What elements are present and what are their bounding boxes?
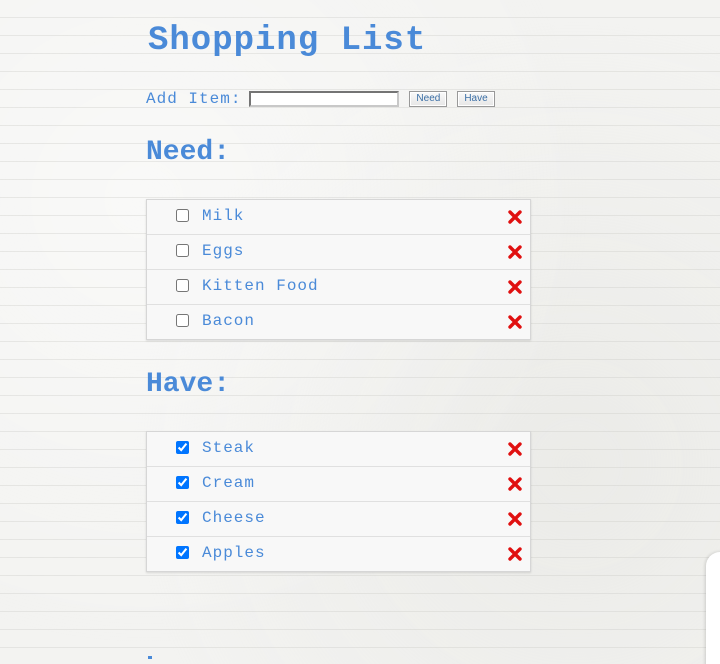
item-label: Milk <box>202 207 245 225</box>
partial-text-fragment <box>148 656 152 659</box>
item-checkbox[interactable] <box>176 244 189 257</box>
add-item-label: Add Item: <box>146 90 242 108</box>
item-label: Kitten Food <box>202 277 319 295</box>
item-label: Eggs <box>202 242 245 260</box>
delete-x-icon[interactable] <box>507 279 523 295</box>
delete-x-icon[interactable] <box>507 314 523 330</box>
need-heading: Need: <box>146 137 231 168</box>
list-item: Cheese <box>147 502 530 537</box>
item-checkbox[interactable] <box>176 279 189 292</box>
list-item: Milk <box>147 200 530 235</box>
list-item: Apples <box>147 537 530 571</box>
item-checkbox[interactable] <box>176 546 189 559</box>
item-checkbox[interactable] <box>176 209 189 222</box>
have-list: Steak Cream Cheese Apples <box>146 431 531 572</box>
item-checkbox[interactable] <box>176 441 189 454</box>
list-item: Bacon <box>147 305 530 339</box>
add-item-form: Add Item: Need Have <box>146 90 495 108</box>
delete-x-icon[interactable] <box>507 441 523 457</box>
list-item: Cream <box>147 467 530 502</box>
item-checkbox[interactable] <box>176 476 189 489</box>
page-title: Shopping List <box>148 22 427 60</box>
delete-x-icon[interactable] <box>507 546 523 562</box>
item-label: Cheese <box>202 509 266 527</box>
delete-x-icon[interactable] <box>507 244 523 260</box>
item-label: Apples <box>202 544 266 562</box>
have-button[interactable]: Have <box>457 91 495 107</box>
list-item: Eggs <box>147 235 530 270</box>
page-curl-corner <box>706 552 720 664</box>
add-item-input[interactable] <box>249 91 400 107</box>
delete-x-icon[interactable] <box>507 511 523 527</box>
need-list: Milk Eggs Kitten Food Bacon <box>146 199 531 340</box>
need-button[interactable]: Need <box>409 91 448 107</box>
item-label: Bacon <box>202 312 256 330</box>
list-item: Kitten Food <box>147 270 530 305</box>
item-label: Cream <box>202 474 256 492</box>
item-checkbox[interactable] <box>176 511 189 524</box>
item-checkbox[interactable] <box>176 314 189 327</box>
delete-x-icon[interactable] <box>507 209 523 225</box>
delete-x-icon[interactable] <box>507 476 523 492</box>
item-label: Steak <box>202 439 256 457</box>
have-heading: Have: <box>146 369 231 400</box>
list-item: Steak <box>147 432 530 467</box>
